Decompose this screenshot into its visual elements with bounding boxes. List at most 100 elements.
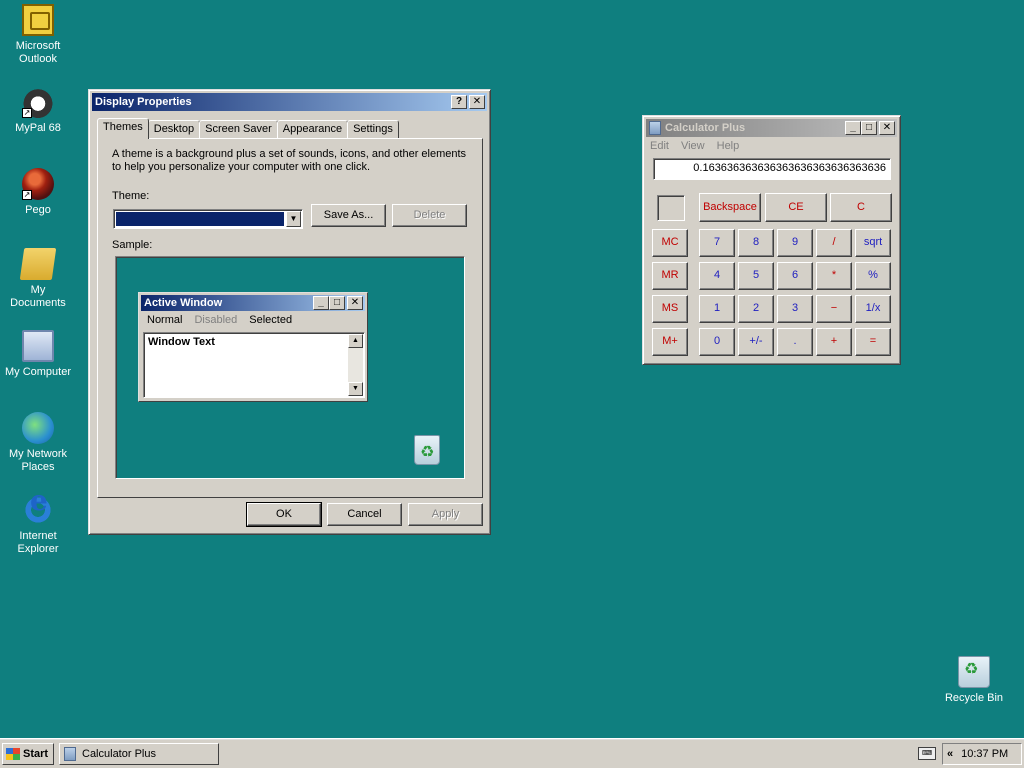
title-bar[interactable]: Calculator Plus _ □ ✕ — [646, 119, 897, 137]
outlook-icon — [22, 4, 54, 36]
start-label: Start — [23, 748, 49, 760]
tab-screen-saver[interactable]: Screen Saver — [199, 120, 278, 139]
close-button[interactable]: ✕ — [469, 95, 485, 109]
key-1[interactable]: 1 — [699, 295, 735, 323]
sign-toggle-button[interactable]: +/- — [738, 328, 774, 356]
multiply-button[interactable]: * — [816, 262, 852, 290]
decimal-button[interactable]: . — [777, 328, 813, 356]
desktop-icon-mypal[interactable]: ↗ MyPal 68 — [2, 86, 74, 135]
ie-icon — [22, 494, 54, 526]
key-4[interactable]: 4 — [699, 262, 735, 290]
memory-add-button[interactable]: M+ — [652, 328, 688, 356]
desktop-icon-recycle-bin[interactable]: Recycle Bin — [936, 656, 1012, 705]
menu-bar: Edit View Help — [646, 137, 897, 155]
theme-description-line1: A theme is a background plus a set of so… — [112, 148, 467, 160]
desktop-icon-label: My Network Places — [8, 448, 68, 473]
divide-button[interactable]: / — [816, 229, 852, 257]
tray-expand-chevron-icon[interactable]: « — [947, 748, 953, 760]
desktop-icon-pego[interactable]: ↗ Pego — [2, 168, 74, 217]
taskbar-button-label: Calculator Plus — [82, 748, 156, 760]
add-button[interactable]: + — [816, 328, 852, 356]
ok-button[interactable]: OK — [246, 502, 322, 527]
backspace-button[interactable]: Backspace — [699, 193, 761, 222]
pego-icon: ↗ — [22, 168, 54, 200]
desktop-icon-label: Pego — [25, 204, 51, 216]
percent-button[interactable]: % — [855, 262, 891, 290]
keyboard-icon[interactable]: ⌨ — [918, 747, 936, 760]
window-title: Display Properties — [95, 96, 192, 108]
theme-label: Theme: — [112, 190, 150, 202]
reciprocal-button[interactable]: 1/x — [855, 295, 891, 323]
desktop-icon-my-network-places[interactable]: My Network Places — [2, 412, 74, 474]
sample-title-bar: Active Window _ □ ✕ — [141, 295, 365, 311]
desktop-icon-my-computer[interactable]: My Computer — [2, 330, 74, 379]
desktop-icon-internet-explorer[interactable]: Internet Explorer — [2, 494, 74, 556]
memory-recall-button[interactable]: MR — [652, 262, 688, 290]
sample-scrollbar: ▲ ▼ — [348, 334, 363, 396]
title-bar[interactable]: Display Properties ? ✕ — [92, 93, 487, 111]
delete-button[interactable]: Delete — [392, 204, 467, 227]
calculator-icon — [64, 747, 76, 761]
clear-entry-button[interactable]: CE — [765, 193, 827, 222]
tab-strip: Themes Desktop Screen Saver Appearance S… — [97, 118, 399, 139]
desktop-icon-my-documents[interactable]: My Documents — [2, 248, 74, 310]
key-5[interactable]: 5 — [738, 262, 774, 290]
memory-clear-button[interactable]: MC — [652, 229, 688, 257]
desktop-icon-label: Internet Explorer — [17, 530, 59, 555]
sample-menu-selected: Selected — [249, 313, 293, 326]
theme-description-line2: to help you personalize your computer wi… — [112, 161, 371, 173]
taskbar: Start Calculator Plus ⌨ « 10:37 PM — [0, 738, 1024, 768]
clock[interactable]: 10:37 PM — [961, 748, 1008, 760]
theme-dropdown[interactable]: ▼ — [113, 209, 303, 229]
menu-view[interactable]: View — [681, 140, 705, 152]
maximize-button[interactable]: □ — [861, 121, 877, 135]
tab-desktop[interactable]: Desktop — [147, 120, 201, 139]
sample-label: Sample: — [112, 239, 153, 251]
menu-edit[interactable]: Edit — [650, 140, 669, 152]
recycle-bin-icon — [414, 435, 440, 465]
windows-logo-icon — [6, 748, 20, 760]
key-6[interactable]: 6 — [777, 262, 813, 290]
save-as-button[interactable]: Save As... — [311, 204, 386, 227]
cancel-button[interactable]: Cancel — [327, 503, 402, 526]
calculator-icon — [649, 121, 661, 135]
sample-menu-normal: Normal — [147, 313, 183, 326]
sample-menu-bar: Normal Disabled Selected — [141, 311, 365, 328]
key-0[interactable]: 0 — [699, 328, 735, 356]
subtract-button[interactable]: − — [816, 295, 852, 323]
key-2[interactable]: 2 — [738, 295, 774, 323]
start-button[interactable]: Start — [2, 743, 54, 765]
taskbar-button-calculator[interactable]: Calculator Plus — [59, 743, 219, 765]
scroll-up-icon: ▲ — [348, 334, 363, 348]
calculator-window: Calculator Plus _ □ ✕ Edit View Help 0.1… — [642, 115, 901, 365]
tab-settings[interactable]: Settings — [347, 120, 399, 139]
mypal-icon: ↗ — [22, 86, 54, 118]
memory-store-button[interactable]: MS — [652, 295, 688, 323]
clear-button[interactable]: C — [830, 193, 892, 222]
scroll-down-icon: ▼ — [348, 382, 363, 396]
desktop-icon-label: Recycle Bin — [944, 692, 1004, 704]
help-button[interactable]: ? — [451, 95, 467, 109]
menu-help[interactable]: Help — [717, 140, 740, 152]
sample-menu-disabled: Disabled — [194, 313, 238, 326]
key-8[interactable]: 8 — [738, 229, 774, 257]
apply-button[interactable]: Apply — [408, 503, 483, 526]
tab-themes[interactable]: Themes — [97, 118, 149, 139]
equals-button[interactable]: = — [855, 328, 891, 356]
desktop-icon-outlook[interactable]: Microsoft Outlook — [2, 4, 74, 66]
dropdown-arrow-icon[interactable]: ▼ — [286, 211, 301, 227]
sqrt-button[interactable]: sqrt — [855, 229, 891, 257]
shortcut-arrow-icon: ↗ — [22, 190, 32, 200]
sample-active-window: Active Window _ □ ✕ Normal Disabled Sele… — [138, 292, 368, 402]
close-button[interactable]: ✕ — [879, 121, 895, 135]
memory-indicator — [657, 195, 685, 221]
minimize-button[interactable]: _ — [845, 121, 861, 135]
desktop-icon-label: My Documents — [10, 284, 66, 309]
key-3[interactable]: 3 — [777, 295, 813, 323]
tab-appearance[interactable]: Appearance — [276, 120, 349, 139]
key-7[interactable]: 7 — [699, 229, 735, 257]
key-9[interactable]: 9 — [777, 229, 813, 257]
sample-window-text: Window Text — [148, 336, 215, 348]
minimize-icon: _ — [313, 296, 329, 310]
calculator-display: 0.163636363636363636363636363636 — [653, 158, 891, 180]
